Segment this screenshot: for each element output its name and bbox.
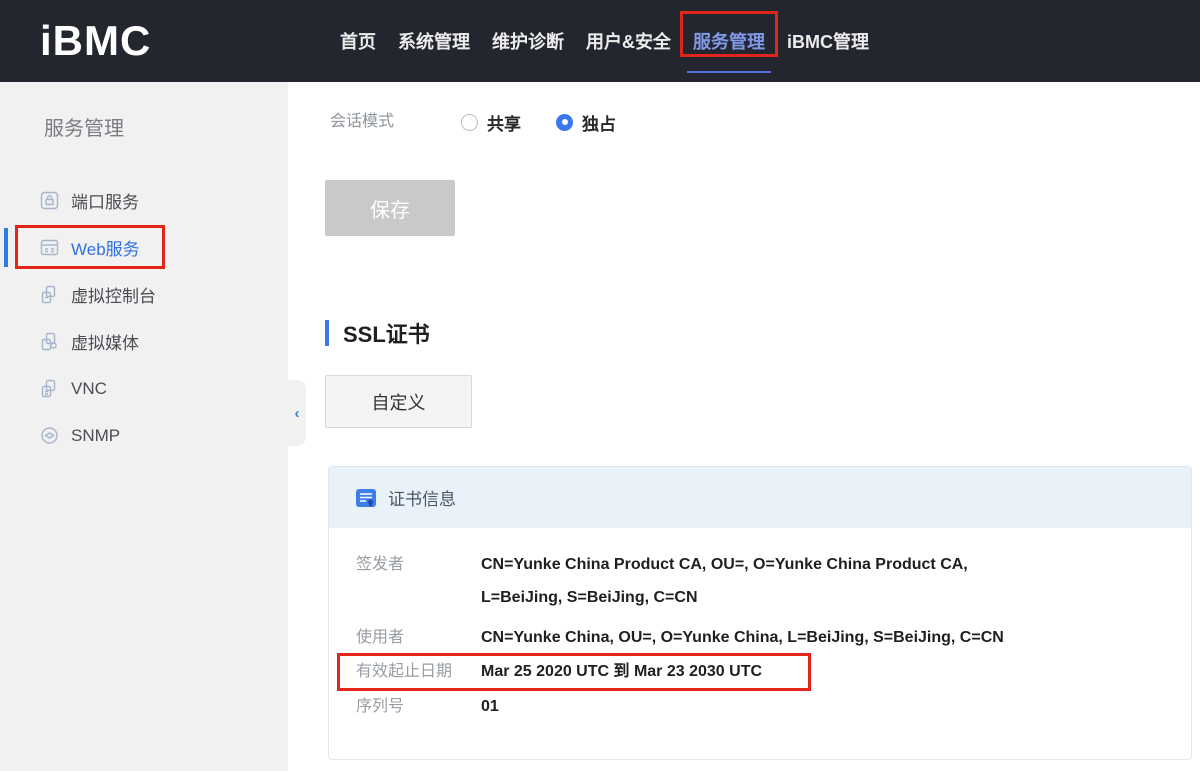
radio-label: 共享 [487, 110, 521, 135]
row-label: 签发者 [356, 548, 478, 581]
custom-certificate-button[interactable]: 自定义 [325, 375, 472, 428]
session-mode-row: 会话模式 共享 独占 [0, 178, 1200, 214]
row-value: 01 [481, 690, 1043, 723]
sidebar-item-virtual-console[interactable]: 虚拟控制台 [0, 271, 288, 318]
sidebar-item-snmp[interactable]: SNMP [0, 412, 288, 459]
row-label: 序列号 [356, 690, 478, 723]
nav-tab-label: 系统管理 [398, 28, 470, 54]
nav-tab-ibmc-management[interactable]: iBMC管理 [787, 0, 869, 82]
session-mode-label: 会话模式 [330, 104, 394, 140]
ibmc-console-screen: iBMC 首页 系统管理 维护诊断 用户&安全 服务管理 iBMC管理 [0, 0, 1200, 771]
row-value: CN=Yunke China, OU=, O=Yunke China, L=Be… [481, 621, 1043, 654]
certificate-panel-title: 证书信息 [388, 485, 456, 510]
sidebar-item-vnc[interactable]: VNC [0, 365, 288, 412]
sidebar-item-label: SNMP [71, 426, 120, 446]
certificate-icon [355, 487, 377, 509]
virtual-media-icon [40, 332, 59, 351]
nav-tab-user-security[interactable]: 用户&安全 [586, 0, 671, 82]
save-button[interactable]: 保存 [325, 180, 455, 236]
radio-unchecked-icon [461, 114, 478, 131]
sidebar-collapse-handle[interactable]: ‹ [288, 380, 306, 446]
active-tab-underline [687, 71, 771, 73]
nav-tab-label: 首页 [340, 28, 376, 54]
nav-tab-label: iBMC管理 [787, 28, 869, 54]
ssl-section-heading: SSL证书 [325, 317, 430, 349]
nav-tab-label: 服务管理 [693, 28, 765, 54]
active-item-indicator [4, 228, 8, 267]
top-navigation: 首页 系统管理 维护诊断 用户&安全 服务管理 iBMC管理 [340, 0, 869, 82]
nav-tab-system-management[interactable]: 系统管理 [398, 0, 470, 82]
row-value: CN=Yunke China Product CA, OU=, O=Yunke … [481, 548, 1043, 614]
certificate-info-panel: 证书信息 签发者 CN=Yunke China Product CA, OU=,… [328, 466, 1192, 760]
sidebar-item-label: Web服务 [71, 235, 140, 260]
nav-tab-service-management[interactable]: 服务管理 [693, 0, 765, 82]
top-header-bar: iBMC 首页 系统管理 维护诊断 用户&安全 服务管理 iBMC管理 [0, 0, 1200, 82]
web-service-icon [40, 238, 59, 257]
ibmc-logo: iBMC [40, 0, 151, 82]
ssl-section-title: SSL证书 [343, 317, 430, 349]
certificate-panel-header: 证书信息 [329, 467, 1191, 528]
snmp-icon [40, 426, 59, 445]
radio-session-shared[interactable]: 共享 [461, 104, 521, 140]
vnc-icon [40, 379, 59, 398]
sidebar-title: 服务管理 [44, 112, 124, 141]
radio-checked-icon [556, 114, 573, 131]
chevron-left-icon: ‹ [295, 406, 300, 421]
sidebar-item-web-service[interactable]: Web服务 [0, 224, 288, 271]
radio-session-exclusive[interactable]: 独占 [556, 104, 616, 140]
sidebar-item-virtual-media[interactable]: 虚拟媒体 [0, 318, 288, 365]
section-accent-bar [325, 320, 329, 346]
nav-tab-label: 用户&安全 [586, 28, 671, 54]
sidebar-item-label: VNC [71, 379, 107, 399]
radio-label: 独占 [582, 110, 616, 135]
sidebar-item-label: 虚拟控制台 [71, 282, 156, 307]
row-label: 使用者 [356, 621, 478, 654]
sidebar-item-label: 虚拟媒体 [71, 329, 139, 354]
nav-tab-maintenance-diagnosis[interactable]: 维护诊断 [492, 0, 564, 82]
row-value: Mar 25 2020 UTC 到 Mar 23 2030 UTC [481, 655, 1043, 689]
virtual-console-icon [40, 285, 59, 304]
row-label: 有效起止日期 [356, 655, 478, 689]
nav-tab-label: 维护诊断 [492, 28, 564, 54]
sidebar-menu: 端口服务 Web服务 [0, 177, 288, 459]
nav-tab-home[interactable]: 首页 [340, 0, 376, 82]
